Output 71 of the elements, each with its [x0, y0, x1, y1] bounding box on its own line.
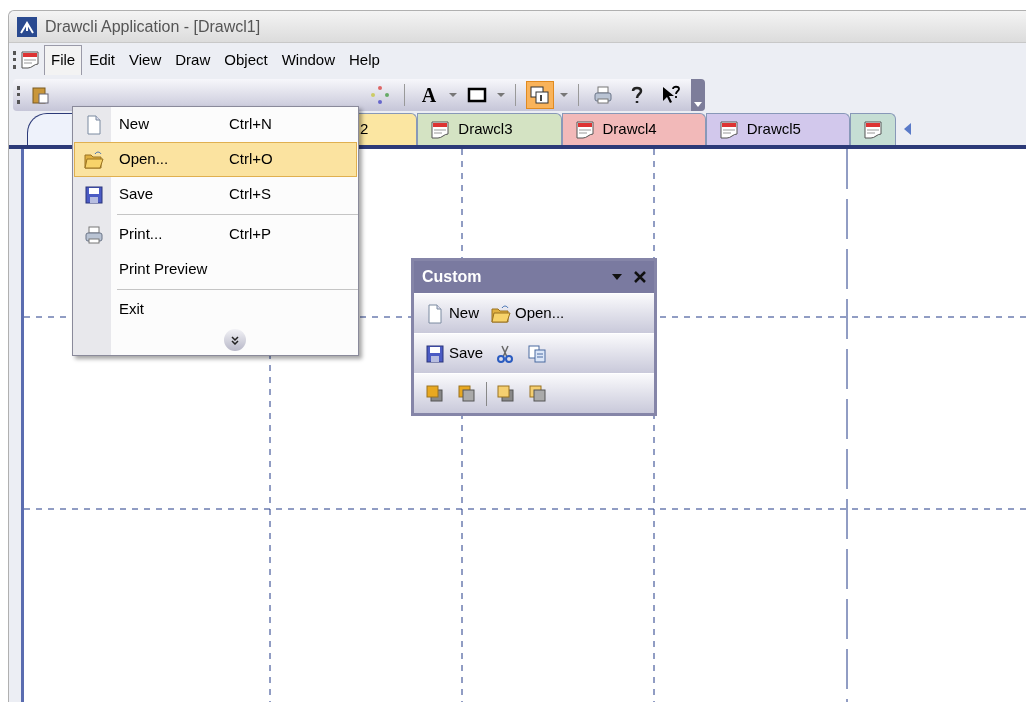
menu-item[interactable]: Open... Ctrl+O	[74, 142, 357, 177]
menu-shortcut: Ctrl+O	[229, 149, 273, 170]
pointer-question-icon	[661, 85, 681, 105]
menu-shortcut: Ctrl+P	[229, 224, 272, 245]
printer-icon	[84, 224, 104, 245]
folder-icon	[84, 149, 104, 170]
menu-item[interactable]: Save Ctrl+S	[74, 177, 357, 212]
grip-icon	[17, 86, 20, 104]
toolbar-button[interactable]: Open...	[488, 298, 568, 329]
menu-item[interactable]: Draw	[168, 45, 218, 75]
printer-icon	[593, 85, 613, 105]
folder-icon	[491, 303, 511, 324]
document-icon	[718, 119, 739, 140]
windows-icon	[530, 85, 550, 105]
toolbar-title: Custom	[422, 267, 482, 287]
document-icon	[574, 119, 595, 140]
document-icon	[862, 119, 883, 140]
menu-item[interactable]: Object	[217, 45, 275, 75]
tab-label: Drawcl5	[746, 119, 801, 140]
font-glyph: A	[421, 85, 437, 105]
document-tab[interactable]: Drawcl5	[705, 113, 850, 145]
scissors-icon	[495, 343, 516, 364]
document-icon	[84, 114, 104, 135]
toolbar-overflow-button[interactable]	[691, 79, 705, 111]
document-tab[interactable]: Drawcl3	[417, 113, 562, 145]
document-icon	[430, 119, 451, 140]
document-icon	[20, 50, 40, 70]
menu-item[interactable]: View	[122, 45, 169, 75]
menu-item-label: Save	[119, 184, 155, 205]
document-icon	[425, 303, 445, 324]
menu-item[interactable]: File	[44, 45, 83, 75]
grip-icon	[13, 51, 16, 69]
expand-menu-button[interactable]	[223, 329, 246, 351]
document-tab[interactable]	[849, 113, 896, 145]
menu-shortcut: Ctrl+N	[229, 114, 272, 135]
tab-label: Drawcl3	[458, 119, 513, 140]
menu-item-label: New	[119, 114, 150, 135]
circles-icon	[370, 85, 390, 105]
rectangle-icon	[467, 85, 487, 105]
double-chevron-down-icon	[230, 335, 239, 345]
caret-icon[interactable]	[612, 274, 622, 280]
bring-forward-icon	[496, 383, 516, 404]
tab-label: 2	[360, 119, 369, 140]
toolbar-button[interactable]: New	[422, 298, 482, 329]
menu-item[interactable]: Window	[274, 45, 342, 75]
chevron-down-icon	[694, 102, 702, 107]
document-tab[interactable]: Drawcl4	[561, 113, 706, 145]
menu-item-label: Print Preview	[119, 259, 209, 280]
menu-item-label: Exit	[119, 299, 145, 320]
close-icon[interactable]	[634, 271, 646, 283]
tab-label: Drawcl4	[602, 119, 657, 140]
menu-item[interactable]: Exit	[74, 292, 357, 327]
dropdown-caret-icon[interactable]	[560, 93, 568, 97]
bring-front-icon	[425, 383, 445, 404]
dropdown-caret-icon[interactable]	[497, 93, 505, 97]
menu-item[interactable]: Print... Ctrl+P	[74, 217, 357, 252]
triangle-left-icon	[903, 123, 911, 135]
app-icon	[17, 16, 37, 37]
menu-item[interactable]: Print Preview	[74, 252, 357, 287]
send-backward-icon	[528, 383, 548, 404]
menu-item[interactable]: Edit	[82, 45, 123, 75]
window-title: Drawcli Application - [Drawcl1]	[45, 16, 261, 37]
menu-item[interactable]: Help	[342, 45, 387, 75]
clipboard-icon	[30, 85, 50, 105]
menu-item-label: Print...	[119, 224, 164, 245]
send-back-icon	[457, 383, 477, 404]
copy-icon	[527, 343, 548, 364]
menu-shortcut: Ctrl+S	[229, 184, 272, 205]
toolbar-button[interactable]: A	[415, 81, 443, 109]
menu-item-label: Open...	[119, 149, 170, 170]
dropdown-caret-icon[interactable]	[449, 93, 457, 97]
